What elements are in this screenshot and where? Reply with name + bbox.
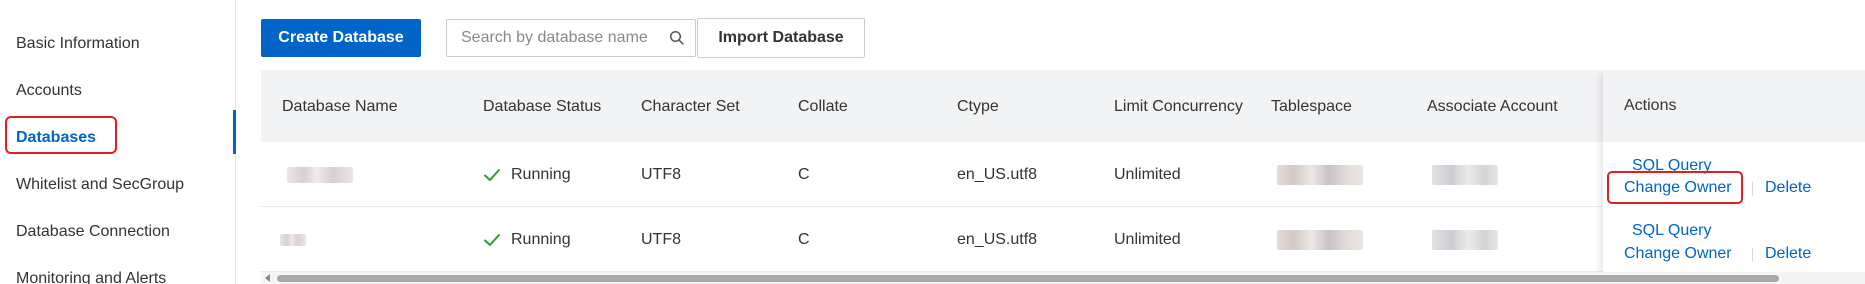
sidebar-item-monitoring-and-alerts[interactable]: Monitoring and Alerts xyxy=(16,270,166,284)
redacted-tablespace xyxy=(1277,164,1363,185)
redacted-associate-account xyxy=(1432,164,1498,185)
action-separator xyxy=(1752,248,1753,262)
header-database-status: Database Status xyxy=(483,97,602,115)
cell-database-name xyxy=(287,142,353,207)
cell-tablespace xyxy=(1277,142,1363,207)
sidebar-item-basic-information[interactable]: Basic Information xyxy=(16,35,140,53)
cell-limit-concurrency: Unlimited xyxy=(1114,165,1181,183)
cell-limit-concurrency: Unlimited xyxy=(1114,230,1181,248)
cell-associate-account xyxy=(1432,207,1498,272)
cell-database-status: Running xyxy=(483,207,571,272)
change-owner-highlight-box xyxy=(1607,171,1743,204)
sidebar-active-indicator xyxy=(233,110,236,154)
header-limit-concurrency: Limit Concurrency xyxy=(1114,97,1243,115)
status-text: Running xyxy=(511,165,571,183)
create-database-button[interactable]: Create Database xyxy=(261,19,421,57)
header-ctype: Ctype xyxy=(957,97,999,115)
scrollbar-thumb[interactable] xyxy=(277,275,1779,282)
search-input[interactable] xyxy=(461,20,661,56)
cell-ctype: en_US.utf8 xyxy=(957,230,1038,248)
change-owner-link[interactable]: Change Owner xyxy=(1624,245,1732,263)
sidebar-item-whitelist-and-secgroup[interactable]: Whitelist and SecGroup xyxy=(16,176,184,194)
status-text: Running xyxy=(511,230,571,248)
cell-tablespace xyxy=(1277,207,1363,272)
header-associate-account: Associate Account xyxy=(1427,97,1558,115)
action-separator xyxy=(1752,182,1753,196)
cell-character-set: UTF8 xyxy=(641,230,681,248)
header-tablespace: Tablespace xyxy=(1271,97,1352,115)
check-icon xyxy=(484,168,500,181)
cell-database-name xyxy=(280,207,306,272)
redacted-tablespace xyxy=(1277,229,1363,250)
sidebar-item-accounts[interactable]: Accounts xyxy=(16,82,82,100)
header-character-set: Character Set xyxy=(641,97,740,115)
cell-associate-account xyxy=(1432,142,1498,207)
redacted-database-name xyxy=(280,233,306,246)
sidebar-item-database-connection[interactable]: Database Connection xyxy=(16,223,170,241)
cell-character-set: UTF8 xyxy=(641,165,681,183)
header-collate: Collate xyxy=(798,97,848,115)
header-database-name: Database Name xyxy=(282,97,398,115)
sql-query-link[interactable]: SQL Query xyxy=(1632,222,1711,240)
horizontal-scrollbar[interactable] xyxy=(261,272,1865,284)
scroll-left-arrow-icon[interactable] xyxy=(265,274,270,282)
databases-highlight-box xyxy=(5,116,117,154)
delete-link[interactable]: Delete xyxy=(1765,245,1811,263)
redacted-database-name xyxy=(287,166,353,183)
header-actions: Actions xyxy=(1603,70,1865,142)
redacted-associate-account xyxy=(1432,229,1498,250)
import-database-button[interactable]: Import Database xyxy=(697,18,865,58)
cell-ctype: en_US.utf8 xyxy=(957,165,1038,183)
search-icon[interactable] xyxy=(669,30,685,46)
cell-database-status: Running xyxy=(483,142,571,207)
check-icon xyxy=(484,233,500,246)
search-box xyxy=(446,19,696,57)
delete-link[interactable]: Delete xyxy=(1765,179,1811,197)
cell-collate: C xyxy=(798,230,810,248)
cell-collate: C xyxy=(798,165,810,183)
sidebar: Basic Information Accounts Databases Whi… xyxy=(0,0,236,284)
